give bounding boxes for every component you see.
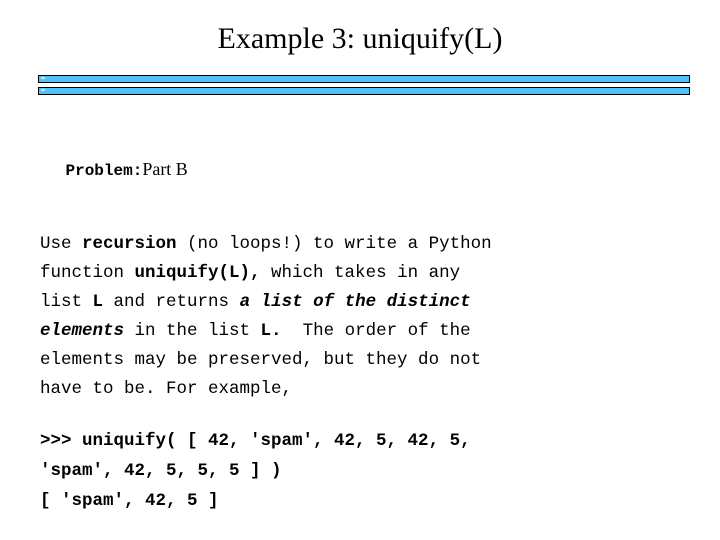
paragraph-run: The order of the bbox=[281, 321, 471, 341]
divider-bar-bottom-highlight bbox=[41, 89, 45, 91]
paragraph-run: (no loops!) to write a Python bbox=[176, 234, 492, 254]
code-line: 'spam', 42, 5, 5, 5 ] ) bbox=[40, 461, 282, 481]
paragraph-run: elements bbox=[40, 321, 125, 341]
title-divider bbox=[38, 75, 690, 97]
paragraph-run: in the list bbox=[124, 321, 261, 341]
paragraph-run: have to be. For example, bbox=[40, 379, 293, 399]
paragraph-run: Use bbox=[40, 234, 83, 254]
problem-description: Use recursion (no loops!) to write a Pyt… bbox=[40, 230, 700, 404]
paragraph-run: a list of the distinct bbox=[239, 292, 471, 312]
divider-bar-top-highlight bbox=[41, 77, 45, 79]
code-line: [ 'spam', 42, 5 ] bbox=[40, 491, 219, 511]
page-title: Example 3: uniquify(L) bbox=[217, 22, 503, 55]
paragraph-run: elements may be preserved, but they do n… bbox=[40, 350, 482, 370]
paragraph-run: and returns bbox=[103, 292, 240, 312]
divider-bar-top bbox=[38, 75, 690, 83]
paragraph-run: uniquify(L), bbox=[134, 263, 261, 283]
code-example: >>> uniquify( [ 42, 'spam', 42, 5, 42, 5… bbox=[40, 426, 700, 516]
paragraph-run: recursion bbox=[82, 234, 177, 254]
paragraph-run: list bbox=[40, 292, 93, 312]
paragraph-run: function bbox=[40, 263, 135, 283]
problem-value: Part B bbox=[142, 159, 188, 179]
problem-label: Problem: bbox=[65, 162, 143, 180]
paragraph-run: which takes in any bbox=[260, 263, 461, 283]
slide-canvas: Example 3: uniquify(L) Problem:Part B Us… bbox=[0, 0, 720, 540]
paragraph-run: L bbox=[92, 292, 104, 312]
divider-bar-bottom bbox=[38, 87, 690, 95]
slide-body: Problem:Part B Use recursion (no loops!)… bbox=[40, 136, 700, 516]
paragraph-run: L. bbox=[260, 321, 282, 341]
problem-line: Problem:Part B bbox=[40, 136, 700, 204]
code-line: >>> uniquify( [ 42, 'spam', 42, 5, 42, 5… bbox=[40, 431, 471, 451]
